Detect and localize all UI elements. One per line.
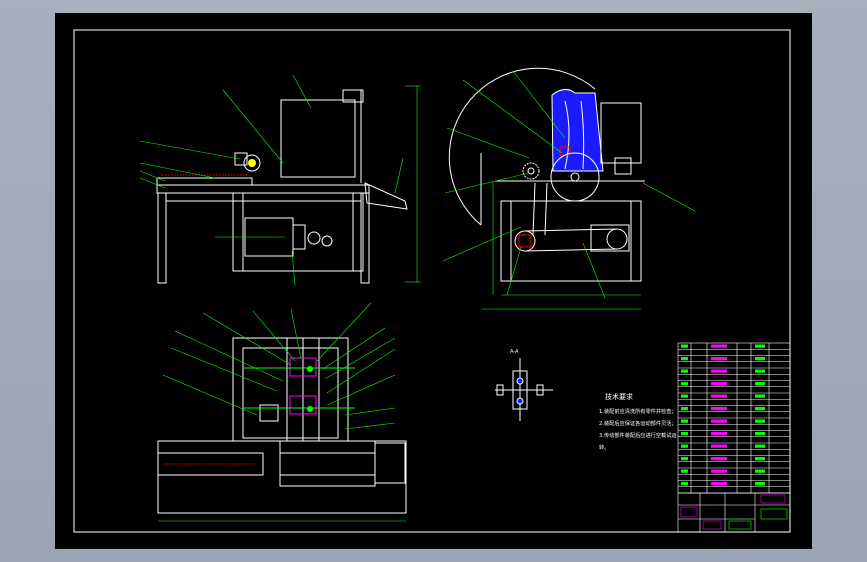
parts-cell-mark (681, 469, 688, 473)
parts-cell-mark (711, 407, 727, 411)
parts-cell-mark (711, 432, 727, 436)
parts-cell-mark (681, 369, 688, 373)
parts-cell-mark (711, 394, 727, 398)
drawing-svg: A-A 技术要求 1.装配前应清洗所有零件并检查； 2.装配后应保证各运动部件灵… (73, 29, 791, 533)
parts-cell-mark (711, 444, 727, 448)
parts-cell-mark (711, 457, 727, 461)
parts-cell-mark (681, 457, 688, 461)
notes-line-4: 转。 (599, 443, 609, 451)
parts-cell-mark (681, 432, 688, 436)
sheet-border (73, 29, 791, 533)
parts-cell-mark (711, 419, 727, 423)
plan-view (157, 302, 407, 522)
parts-cell-mark (755, 357, 765, 361)
title-block (677, 492, 791, 533)
notes-line-3: 3.传动部件装配后应进行空载试运 (599, 431, 677, 439)
notes-line-2: 2.装配后应保证各运动部件灵活； (599, 419, 677, 427)
parts-cell-mark (755, 482, 765, 486)
notes-title: 技术要求 (605, 392, 633, 401)
technical-notes: 技术要求 1.装配前应清洗所有零件并检查； 2.装配后应保证各运动部件灵活； 3… (599, 392, 677, 451)
parts-cell-mark (755, 444, 765, 448)
parts-cell-mark (681, 482, 688, 486)
parts-cell-mark (681, 407, 688, 411)
drawing-sheet[interactable]: A-A 技术要求 1.装配前应清洗所有零件并检查； 2.装配后应保证各运动部件灵… (55, 13, 812, 549)
parts-cell-mark (755, 369, 765, 373)
parts-cell-mark (711, 357, 727, 361)
parts-cell-mark (711, 344, 727, 348)
parts-cell-mark (755, 344, 765, 348)
parts-cell-mark (681, 444, 688, 448)
parts-cell-mark (681, 382, 688, 386)
parts-cell-mark (711, 482, 727, 486)
parts-cell-mark (755, 394, 765, 398)
front-view (139, 74, 421, 286)
parts-cell-mark (681, 344, 688, 348)
parts-cell-mark (681, 419, 688, 423)
parts-cell-mark (711, 382, 727, 386)
notes-line-1: 1.装配前应清洗所有零件并检查； (599, 407, 677, 415)
parts-cell-mark (755, 382, 765, 386)
parts-cell-mark (755, 457, 765, 461)
parts-cell-mark (755, 419, 765, 423)
section-label: A-A (510, 349, 519, 355)
parts-cell-mark (711, 469, 727, 473)
parts-cell-mark (681, 394, 688, 398)
parts-cell-mark (755, 432, 765, 436)
parts-cell-mark (755, 407, 765, 411)
parts-cell-mark (681, 357, 688, 361)
detail-a-a: A-A (495, 349, 553, 421)
side-view (442, 67, 696, 310)
cad-viewport[interactable]: A-A 技术要求 1.装配前应清洗所有零件并检查； 2.装配后应保证各运动部件灵… (0, 0, 867, 562)
parts-cell-mark (711, 369, 727, 373)
parts-cell-mark (755, 469, 765, 473)
parts-list (677, 342, 791, 494)
